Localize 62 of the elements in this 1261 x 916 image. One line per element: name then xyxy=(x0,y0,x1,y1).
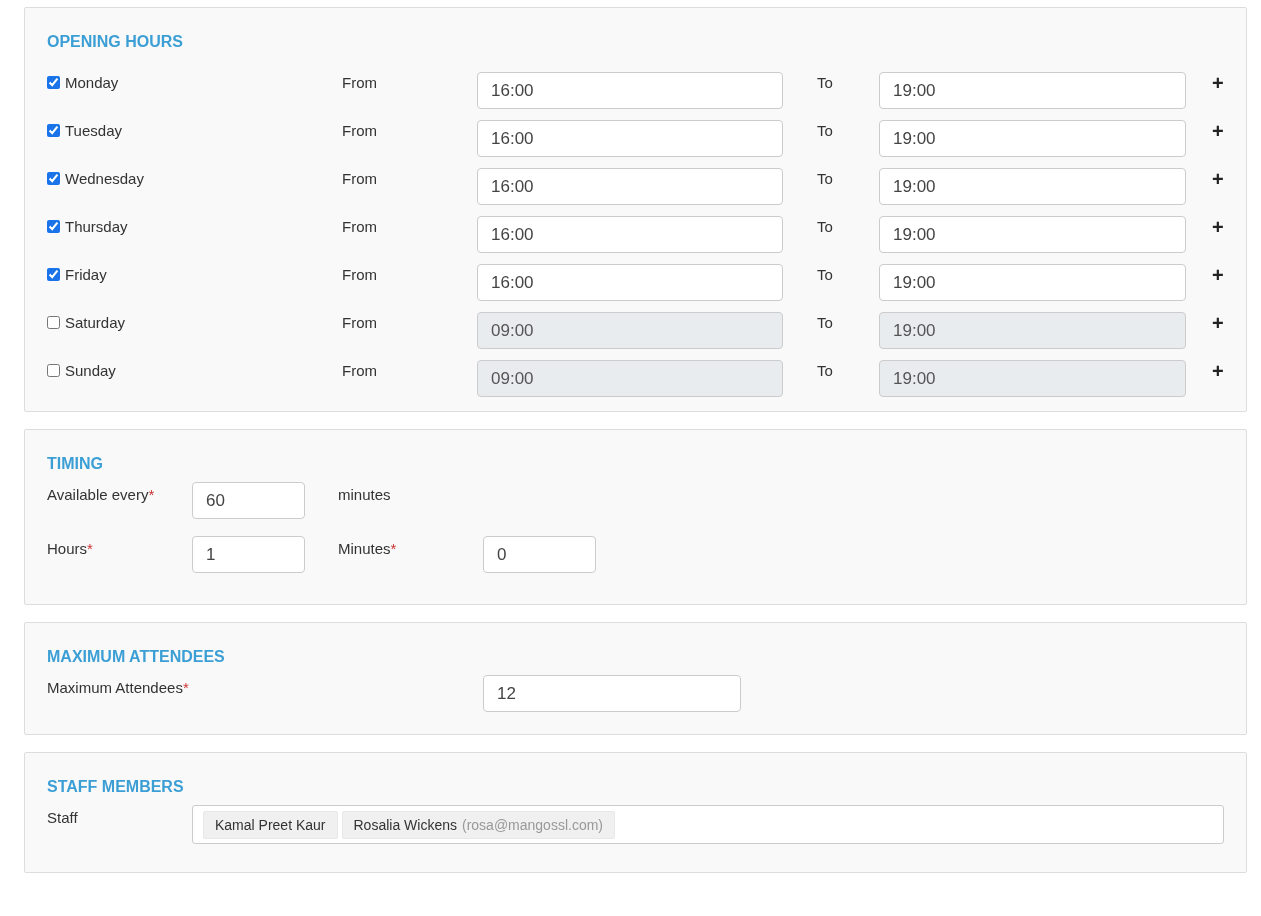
day-checkbox[interactable] xyxy=(47,364,60,377)
from-label: From xyxy=(342,73,378,91)
staff-tag[interactable]: Rosalia Wickens (rosa@mangossl.com) xyxy=(341,810,615,839)
field-label: Maximum Attendees* xyxy=(47,678,190,696)
to-time-field[interactable]: 19:00 xyxy=(879,120,1186,157)
hours-field[interactable]: 1 xyxy=(192,536,305,573)
from-label: From xyxy=(342,217,378,235)
to-time-field[interactable]: 19:00 xyxy=(879,264,1186,301)
from-time-field[interactable]: 16:00 xyxy=(477,120,783,157)
from-time-field[interactable]: 16:00 xyxy=(477,168,783,205)
section-title: TIMING xyxy=(47,454,104,474)
from-label: From xyxy=(342,265,378,283)
staff-tag[interactable]: Kamal Preet Kaur xyxy=(203,810,338,839)
day-checkbox[interactable] xyxy=(47,220,60,233)
field-label: Hours* xyxy=(47,539,94,557)
minutes-field[interactable]: 0 xyxy=(483,536,596,573)
day-checkbox[interactable] xyxy=(47,172,60,185)
add-button[interactable]: + xyxy=(1186,216,1224,238)
section-title: OPENING HOURS xyxy=(47,32,184,52)
unit-label: minutes xyxy=(338,485,392,503)
from-label: From xyxy=(342,121,378,139)
to-label: To xyxy=(816,121,834,139)
from-label: From xyxy=(342,313,378,331)
to-label: To xyxy=(816,73,834,91)
day-label: Tuesday xyxy=(65,122,122,139)
to-label: To xyxy=(816,217,834,235)
day-checkbox[interactable] xyxy=(47,316,60,329)
to-label: To xyxy=(816,169,834,187)
from-time-field[interactable]: 16:00 xyxy=(477,264,783,301)
to-label: To xyxy=(816,361,834,379)
add-button[interactable]: + xyxy=(1186,312,1224,334)
to-label: To xyxy=(816,265,834,283)
day-label: Sunday xyxy=(65,362,116,379)
to-time-field[interactable]: 19:00 xyxy=(879,216,1186,253)
day-label: Wednesday xyxy=(65,170,144,187)
interval-field[interactable]: 60 xyxy=(192,482,305,519)
add-button[interactable]: + xyxy=(1186,120,1224,142)
day-label: Monday xyxy=(65,74,119,91)
to-label: To xyxy=(816,313,834,331)
day-label: Friday xyxy=(65,266,107,283)
add-button[interactable]: + xyxy=(1186,360,1224,382)
staff-select-field[interactable]: Kamal Preet Kaur Rosalia Wickens (rosa@mangossl.com) xyxy=(192,805,1224,844)
day-label: Saturday xyxy=(65,314,126,331)
section-title: MAXIMUM ATTENDEES xyxy=(47,647,226,667)
field-label: Staff xyxy=(47,808,79,826)
from-label: From xyxy=(342,361,378,379)
add-button[interactable]: + xyxy=(1186,72,1224,94)
day-checkbox[interactable] xyxy=(47,76,60,89)
day-checkbox[interactable] xyxy=(47,124,60,137)
section-title: STAFF MEMBERS xyxy=(47,777,185,797)
field-label: Available every* xyxy=(47,485,156,503)
add-button[interactable]: + xyxy=(1186,264,1224,286)
from-label: From xyxy=(342,169,378,187)
from-time-field[interactable]: 16:00 xyxy=(477,72,783,109)
day-checkbox[interactable] xyxy=(47,268,60,281)
to-time-field[interactable]: 19:00 xyxy=(879,168,1186,205)
field-label: Minutes* xyxy=(338,539,398,557)
add-button[interactable]: + xyxy=(1186,168,1224,190)
day-label: Thursday xyxy=(65,218,128,235)
to-time-field[interactable]: 19:00 xyxy=(879,72,1186,109)
attendees-field[interactable]: 12 xyxy=(483,675,741,712)
from-time-field[interactable]: 16:00 xyxy=(477,216,783,253)
